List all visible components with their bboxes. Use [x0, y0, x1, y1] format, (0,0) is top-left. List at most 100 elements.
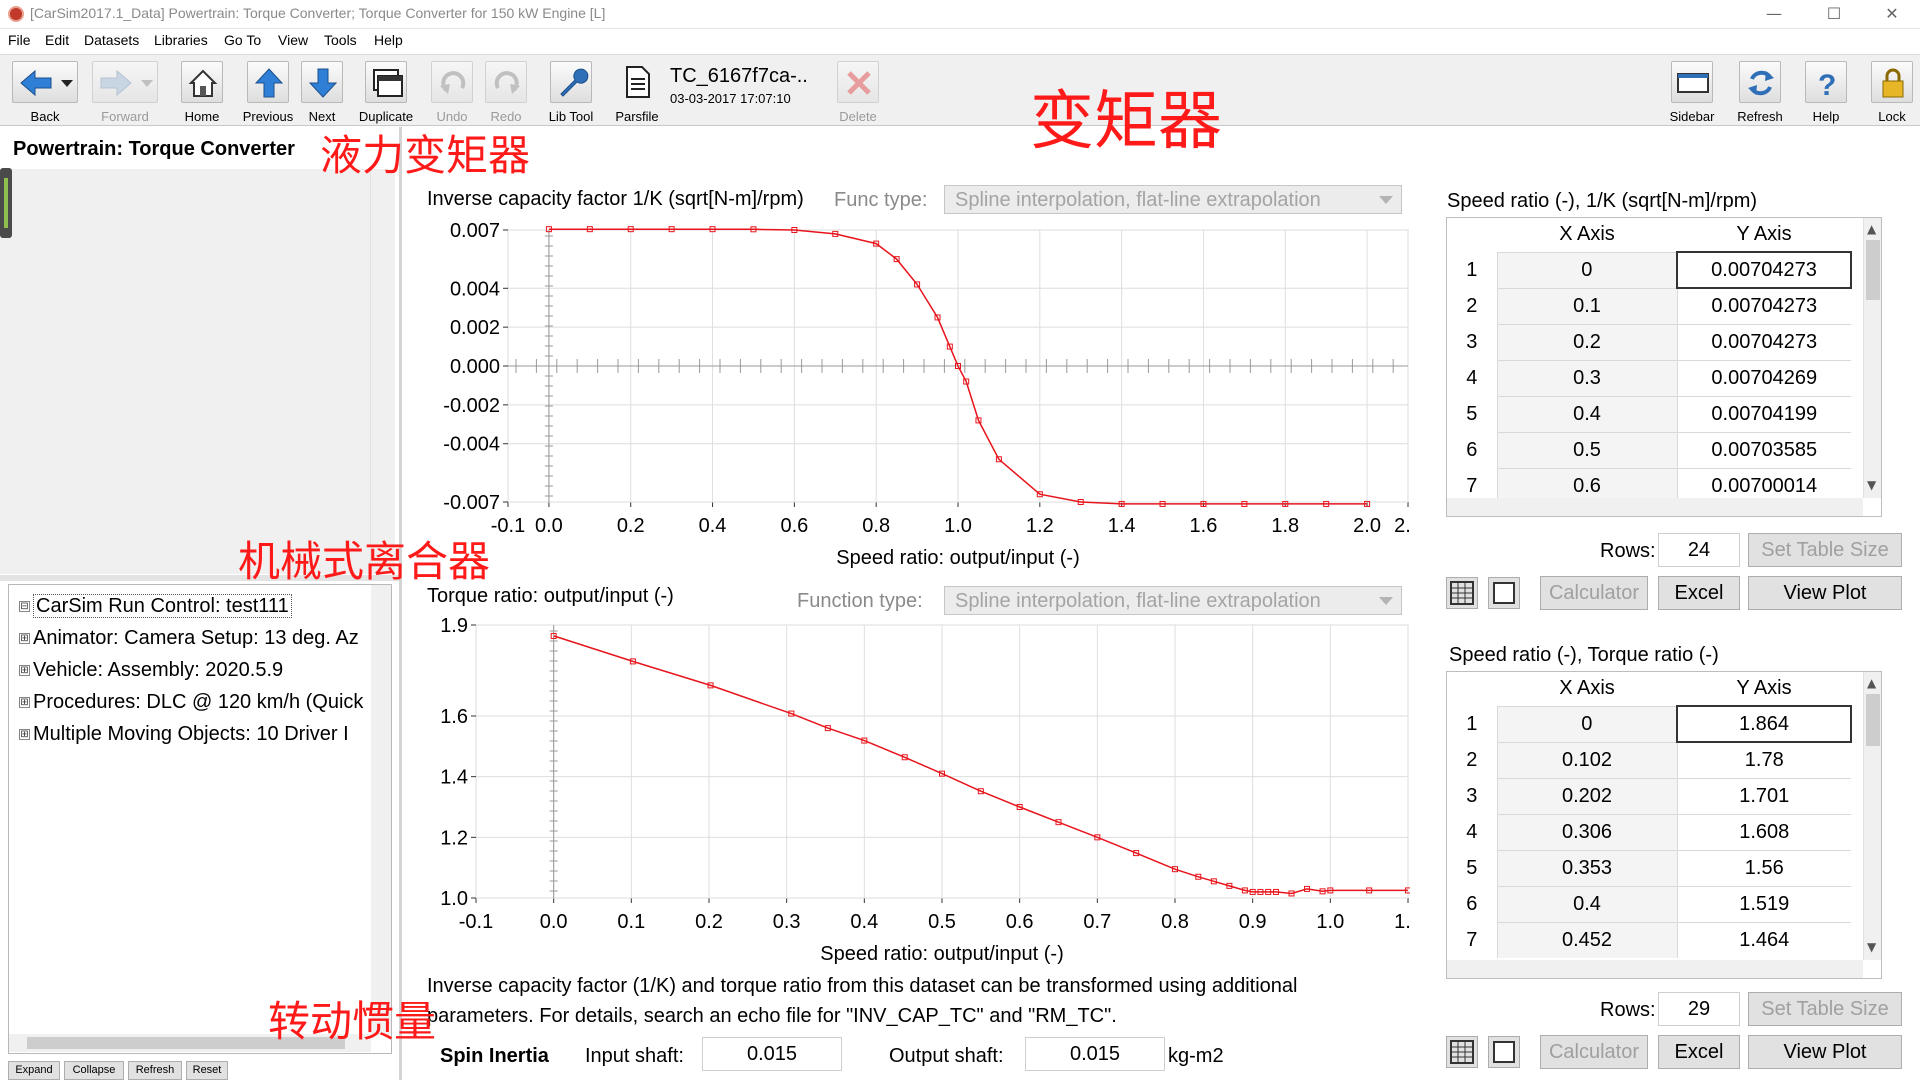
x-cell[interactable]: 0.4	[1496, 885, 1678, 922]
y-cell[interactable]: 1.78	[1677, 741, 1851, 778]
menu-goto[interactable]: Go To	[224, 32, 261, 48]
plot2-chart[interactable]: -0.1 0.0 0.1 0.2 0.3 0.4 0.5 0.6 0.7 0.8 0.9 1.0 1.1…	[420, 615, 1410, 975]
table2-hscrollbar[interactable]	[1447, 960, 1863, 978]
table-row[interactable]: 2 0.102 1.78	[1447, 741, 1851, 778]
left-upper-scrollbar[interactable]	[370, 172, 388, 570]
table2-vscrollbar[interactable]: ▲ ▼	[1863, 672, 1881, 960]
table1-vscroll-thumb[interactable]	[1866, 240, 1880, 300]
chevron-up-icon[interactable]: ▲	[1867, 222, 1876, 236]
x-cell[interactable]: 0.5	[1496, 431, 1678, 468]
side-tab-handle[interactable]	[0, 168, 12, 238]
menu-libraries[interactable]: Libraries	[154, 32, 208, 48]
table-row[interactable]: 2 0.1 0.00704273	[1447, 287, 1851, 324]
menu-file[interactable]: File	[8, 32, 31, 48]
y-cell[interactable]: 0.00704273	[1676, 251, 1852, 289]
tree-item[interactable]: ⊟ CarSim Run Control: test111	[19, 594, 292, 625]
tree-item[interactable]: ⊞ Animator: Camera Setup: 13 deg. Az	[19, 627, 359, 657]
input-shaft-field[interactable]: 0.015	[702, 1037, 842, 1071]
x-cell[interactable]: 0	[1496, 705, 1678, 742]
previous-button[interactable]: Previous	[243, 59, 293, 125]
table2-grid[interactable]: X Axis Y Axis 1 0 1.864 2 0.102 1.78 3 0.202 1…	[1446, 671, 1882, 979]
output-shaft-field[interactable]: 0.015	[1025, 1037, 1165, 1071]
table1-vscrollbar[interactable]: ▲ ▼	[1863, 218, 1881, 498]
parsfile-button[interactable]: Parsfile	[615, 59, 659, 125]
table-row[interactable]: 7 0.452 1.464	[1447, 921, 1851, 958]
x-cell[interactable]: 0.3	[1496, 359, 1678, 396]
x-cell[interactable]: 0.306	[1496, 813, 1678, 850]
single-frame-icon[interactable]	[1488, 1036, 1520, 1068]
table-row[interactable]: 6 0.5 0.00703585	[1447, 431, 1851, 468]
undo-button[interactable]: Undo	[430, 59, 474, 125]
table2-set-size-button[interactable]: Set Table Size	[1748, 992, 1902, 1026]
table2-view-plot-button[interactable]: View Plot	[1748, 1035, 1902, 1069]
menu-edit[interactable]: Edit	[45, 32, 69, 48]
sidebar-button[interactable]: Sidebar	[1670, 59, 1714, 125]
table1-hscrollbar[interactable]	[1447, 498, 1863, 516]
collapse-icon[interactable]: ⊟	[19, 601, 30, 613]
x-cell[interactable]: 0.102	[1496, 741, 1678, 778]
menu-help[interactable]: Help	[374, 32, 403, 48]
y-cell[interactable]: 0.00704273	[1677, 323, 1851, 360]
x-cell[interactable]: 0.1	[1496, 287, 1678, 324]
y-cell[interactable]: 0.00704269	[1677, 359, 1851, 396]
reset-button[interactable]: Reset	[186, 1061, 228, 1080]
delete-button[interactable]: Delete	[836, 59, 880, 125]
table2-vscroll-thumb[interactable]	[1866, 694, 1880, 746]
table2-rows-input[interactable]: 29	[1658, 992, 1740, 1026]
menu-tools[interactable]: Tools	[324, 32, 357, 48]
close-button[interactable]: ✕	[1864, 0, 1920, 29]
expand-icon[interactable]: ⊞	[19, 633, 30, 645]
table-row[interactable]: 3 0.2 0.00704273	[1447, 323, 1851, 360]
home-button[interactable]: Home	[180, 59, 224, 125]
expand-icon[interactable]: ⊞	[19, 665, 30, 677]
y-cell[interactable]: 1.864	[1676, 705, 1852, 743]
refresh-button[interactable]: Refresh	[1737, 59, 1783, 125]
expand-icon[interactable]: ⊞	[19, 729, 30, 741]
table-row[interactable]: 6 0.4 1.519	[1447, 885, 1851, 922]
plot1-functype-select[interactable]: Spline interpolation, flat-line extrapol…	[944, 185, 1402, 214]
table-row[interactable]: 4 0.3 0.00704269	[1447, 359, 1851, 396]
table1-set-size-button[interactable]: Set Table Size	[1748, 533, 1902, 567]
y-cell[interactable]: 1.56	[1677, 849, 1851, 886]
chevron-down-icon[interactable]: ▼	[1867, 940, 1876, 954]
y-cell[interactable]: 1.608	[1677, 813, 1851, 850]
tree-vscrollbar[interactable]	[371, 585, 391, 1035]
y-cell[interactable]: 1.519	[1677, 885, 1851, 922]
plot1-chart[interactable]: -0.1 0.0 0.2 0.4 0.6 0.8 1.0 1.2 1.4 1.6 1.8 2.0 2.1…	[420, 215, 1410, 575]
tree-item[interactable]: ⊞ Procedures: DLC @ 120 km/h (Quick	[19, 691, 363, 721]
table-grid-icon[interactable]	[1446, 577, 1478, 609]
chevron-up-icon[interactable]: ▲	[1867, 676, 1876, 690]
table1-excel-button[interactable]: Excel	[1658, 576, 1740, 610]
redo-button[interactable]: Redo	[484, 59, 528, 125]
table1-grid[interactable]: X Axis Y Axis 1 0 0.00704273 2 0.1 0.0070427…	[1446, 217, 1882, 517]
x-cell[interactable]: 0.452	[1496, 921, 1678, 958]
x-cell[interactable]: 0.4	[1496, 395, 1678, 432]
tree-refresh-button[interactable]: Refresh	[128, 1061, 182, 1080]
table-row[interactable]: 5 0.353 1.56	[1447, 849, 1851, 886]
y-cell[interactable]: 0.00704199	[1677, 395, 1851, 432]
table-row[interactable]: 1 0 0.00704273	[1447, 251, 1852, 289]
back-button[interactable]: Back	[12, 59, 78, 125]
menu-datasets[interactable]: Datasets	[84, 32, 139, 48]
table-row[interactable]: 5 0.4 0.00704199	[1447, 395, 1851, 432]
chevron-down-icon[interactable]: ▼	[1867, 478, 1876, 492]
forward-button[interactable]: Forward	[92, 59, 158, 125]
table2-excel-button[interactable]: Excel	[1658, 1035, 1740, 1069]
x-cell[interactable]: 0.2	[1496, 323, 1678, 360]
table1-calculator-button[interactable]: Calculator	[1540, 576, 1648, 610]
duplicate-button[interactable]: Duplicate	[359, 59, 413, 125]
help-button[interactable]: ? Help	[1804, 59, 1848, 125]
x-cell[interactable]: 0.353	[1496, 849, 1678, 886]
libtool-button[interactable]: Lib Tool	[549, 59, 593, 125]
maximize-button[interactable]: ☐	[1806, 0, 1862, 29]
y-cell[interactable]: 1.464	[1677, 921, 1851, 958]
table1-view-plot-button[interactable]: View Plot	[1748, 576, 1902, 610]
menu-view[interactable]: View	[278, 32, 308, 48]
table2-calculator-button[interactable]: Calculator	[1540, 1035, 1648, 1069]
y-cell[interactable]: 0.00704273	[1677, 287, 1851, 324]
x-cell[interactable]: 0.202	[1496, 777, 1678, 814]
table-grid-icon[interactable]	[1446, 1036, 1478, 1068]
tree-item[interactable]: ⊞ Multiple Moving Objects: 10 Driver I	[19, 723, 349, 753]
expand-icon[interactable]: ⊞	[19, 697, 30, 709]
table1-rows-input[interactable]: 24	[1658, 533, 1740, 567]
